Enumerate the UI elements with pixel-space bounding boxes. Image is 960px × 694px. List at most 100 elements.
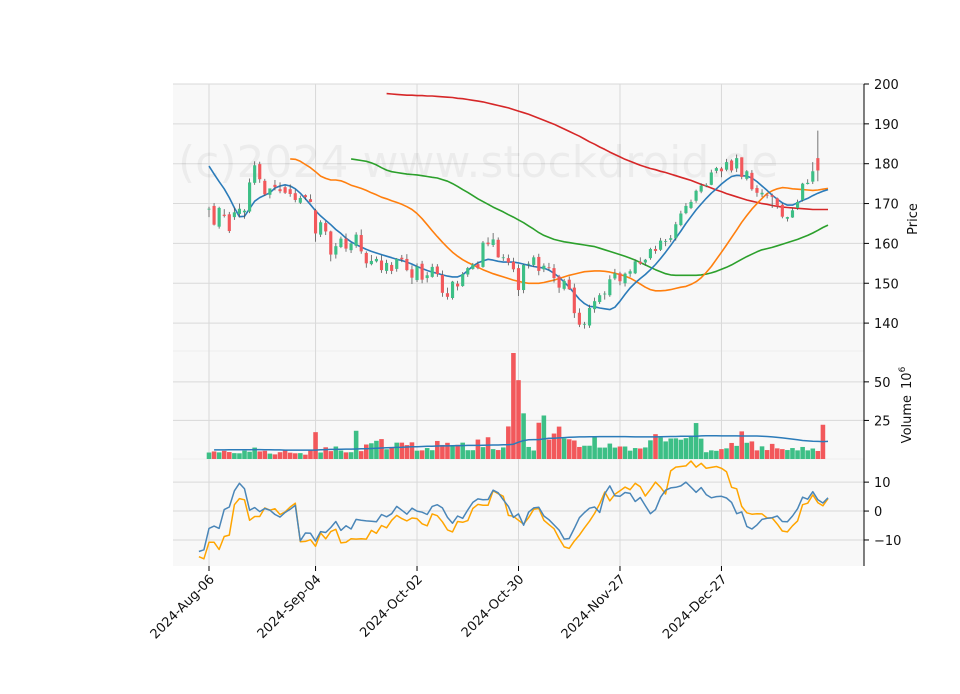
volume-bar: [790, 448, 795, 459]
candlestick: [212, 203, 216, 226]
candle-body: [491, 239, 495, 245]
volume-bar: [262, 450, 268, 459]
volume-axis-label-exponent: 6: [898, 366, 908, 372]
volume-tick-label: 25: [874, 414, 891, 429]
candle-body: [395, 258, 399, 269]
candle-body: [527, 263, 531, 265]
volume-bar: [653, 434, 658, 459]
candle-body: [248, 182, 252, 212]
volume-bar: [364, 444, 369, 459]
candle-body: [217, 207, 221, 227]
candle-body: [658, 240, 663, 250]
candle-body: [430, 266, 434, 277]
x-tick-label: 2024-Nov-27: [559, 572, 629, 642]
volume-bar: [495, 450, 501, 459]
candle-body: [603, 293, 607, 295]
candlestick: [587, 304, 592, 328]
candle-body: [816, 158, 820, 171]
volume-bar: [374, 440, 379, 459]
volume-bar: [709, 450, 714, 459]
candle-body: [557, 276, 561, 288]
volume-bar: [409, 442, 415, 459]
candle-body: [450, 281, 455, 298]
candle-body: [263, 180, 267, 195]
candle-body: [288, 189, 292, 194]
volume-bar: [582, 445, 587, 459]
candle-body: [324, 223, 328, 232]
stock-chart: (c)2024 www.stockdroid.de 14015016017018…: [0, 0, 960, 690]
candle-body: [405, 258, 409, 271]
candle-body: [415, 266, 419, 281]
volume-bar: [216, 452, 222, 459]
candle-body: [268, 188, 272, 195]
candle-body: [684, 205, 688, 214]
candle-body: [379, 260, 384, 271]
volume-bar: [221, 450, 227, 459]
volume-bar: [815, 450, 821, 459]
volume-bar: [450, 446, 455, 459]
candlestick: [263, 178, 267, 196]
x-tick-label: 2024-Oct-30: [459, 572, 527, 640]
candlestick: [227, 211, 231, 234]
volume-bar: [232, 453, 237, 459]
candle-body: [577, 312, 581, 325]
candle-body: [349, 243, 353, 251]
volume-bar: [561, 438, 567, 459]
candlestick: [633, 259, 637, 275]
volume-bar: [440, 444, 445, 459]
candle-body: [511, 261, 515, 270]
price-tick-label: 200: [874, 78, 899, 93]
volume-bar: [637, 448, 643, 459]
volume-bar: [597, 447, 602, 459]
volume-bar: [485, 437, 491, 459]
volume-bar: [632, 448, 638, 459]
candle-body: [765, 194, 769, 196]
volume-bar: [242, 450, 247, 459]
candle-body: [714, 168, 718, 171]
candle-body: [780, 204, 784, 217]
candlestick: [450, 280, 455, 300]
candle-body: [303, 195, 307, 198]
candle-body: [542, 265, 546, 270]
volume-bar: [749, 441, 755, 459]
volume-bar: [369, 443, 374, 459]
candle-body: [283, 187, 287, 193]
candlestick: [801, 182, 805, 202]
volume-bar: [272, 454, 278, 459]
volume-bar: [759, 446, 765, 459]
volume-bar: [455, 444, 460, 459]
candle-body: [466, 268, 470, 275]
candle-body: [496, 239, 500, 258]
candle-body: [704, 185, 708, 187]
volume-bar: [435, 440, 440, 459]
volume-bar: [744, 442, 750, 459]
candle-body: [745, 171, 749, 179]
candle-body: [537, 256, 541, 271]
volume-bar: [490, 449, 496, 459]
candle-body: [740, 157, 744, 177]
candlestick: [481, 241, 485, 268]
volume-bar: [358, 451, 364, 459]
volume-bar: [257, 451, 263, 459]
candle-body: [709, 172, 713, 185]
volume-bar: [673, 438, 679, 459]
candle-body: [643, 259, 647, 263]
volume-bar: [572, 440, 577, 459]
candle-body: [242, 210, 247, 213]
oscillator-tick-label: 0: [874, 505, 882, 520]
volume-bar: [764, 450, 770, 459]
volume-bar: [267, 453, 273, 459]
volume-bar: [480, 447, 486, 459]
volume-bar: [282, 449, 288, 459]
candle-body: [790, 210, 795, 218]
candle-body: [719, 168, 724, 172]
volume-bar: [703, 452, 709, 459]
candle-body: [476, 264, 480, 269]
volume-bar: [617, 446, 623, 459]
candle-body: [420, 263, 424, 280]
candlestick: [248, 178, 252, 214]
volume-bar: [795, 450, 800, 459]
candle-body: [562, 280, 566, 289]
volume-bar: [384, 449, 389, 459]
volume-bar: [526, 446, 531, 459]
